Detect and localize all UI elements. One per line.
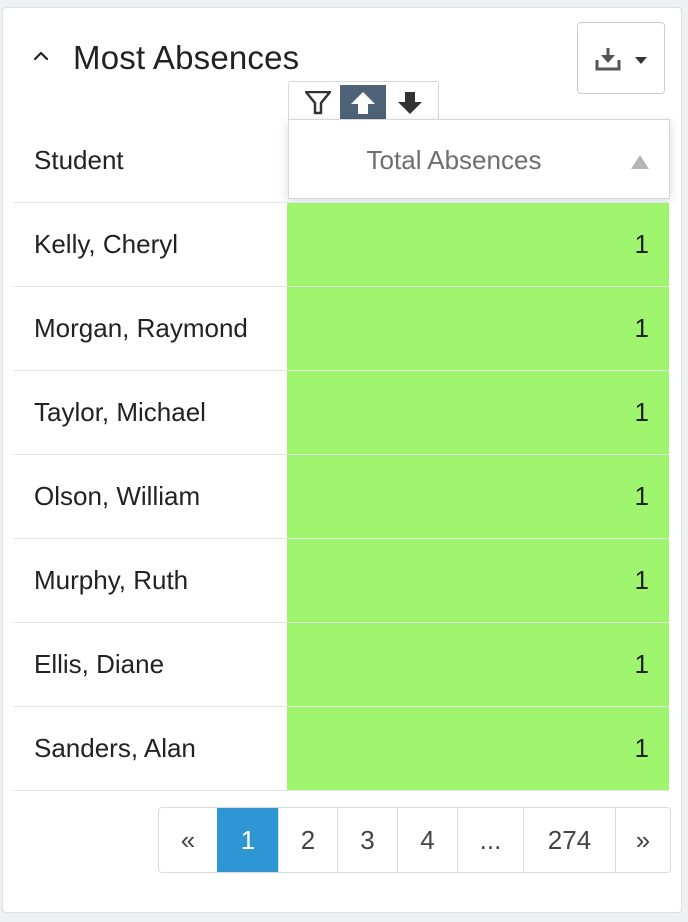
chevron-up-icon[interactable] — [30, 45, 52, 67]
sort-ascending-icon — [351, 92, 375, 114]
absences-table-body: Kelly, Cheryl 1 Morgan, Raymond 1 Taylor… — [13, 202, 669, 791]
table-row[interactable]: Olson, William 1 — [13, 454, 669, 538]
export-button[interactable] — [577, 22, 665, 94]
page-button-1[interactable]: 1 — [217, 808, 278, 872]
page-button-4[interactable]: 4 — [397, 808, 457, 872]
student-name: Ellis, Diane — [34, 649, 165, 679]
caret-down-icon — [635, 57, 647, 64]
filter-button[interactable] — [295, 85, 341, 121]
sort-ascending-button[interactable] — [340, 85, 386, 121]
student-name: Morgan, Raymond — [34, 313, 248, 343]
student-name: Sanders, Alan — [34, 733, 196, 763]
absence-count: 1 — [287, 455, 669, 538]
page-button-3[interactable]: 3 — [337, 808, 397, 872]
sort-descending-button[interactable] — [387, 85, 433, 121]
table-row[interactable]: Ellis, Diane 1 — [13, 622, 669, 706]
table-row[interactable]: Murphy, Ruth 1 — [13, 538, 669, 622]
most-absences-widget: Most Absences Student Total Absences Kel… — [2, 7, 682, 913]
student-name: Taylor, Michael — [34, 397, 206, 427]
table-row[interactable]: Taylor, Michael 1 — [13, 370, 669, 454]
widget-title: Most Absences — [73, 39, 300, 76]
sort-up-icon — [631, 155, 649, 169]
pagination: « 1 2 3 4 ... 274 » — [158, 807, 671, 873]
absence-count: 1 — [287, 371, 669, 454]
filter-icon — [305, 91, 331, 115]
student-column-header[interactable]: Student — [13, 118, 289, 202]
page-ellipsis: ... — [457, 808, 523, 872]
download-icon — [595, 48, 621, 71]
page-prev-button[interactable]: « — [159, 808, 217, 872]
page-button-274[interactable]: 274 — [523, 808, 615, 872]
absence-count: 1 — [287, 707, 669, 790]
page-next-button[interactable]: » — [615, 808, 670, 872]
student-name: Olson, William — [34, 481, 201, 511]
sort-descending-icon — [398, 92, 422, 114]
student-name: Murphy, Ruth — [34, 565, 189, 595]
absence-count: 1 — [287, 287, 669, 370]
total-absences-label: Total Absences — [366, 145, 542, 175]
table-row[interactable]: Sanders, Alan 1 — [13, 706, 669, 790]
absence-count: 1 — [287, 539, 669, 622]
total-absences-column-header[interactable]: Total Absences — [288, 119, 670, 199]
table-row[interactable]: Kelly, Cheryl 1 — [13, 202, 669, 286]
column-tools-popup — [288, 81, 439, 121]
student-name: Kelly, Cheryl — [34, 229, 179, 259]
table-row[interactable]: Morgan, Raymond 1 — [13, 286, 669, 370]
page-button-2[interactable]: 2 — [278, 808, 337, 872]
absence-count: 1 — [287, 203, 669, 286]
absence-count: 1 — [287, 623, 669, 706]
